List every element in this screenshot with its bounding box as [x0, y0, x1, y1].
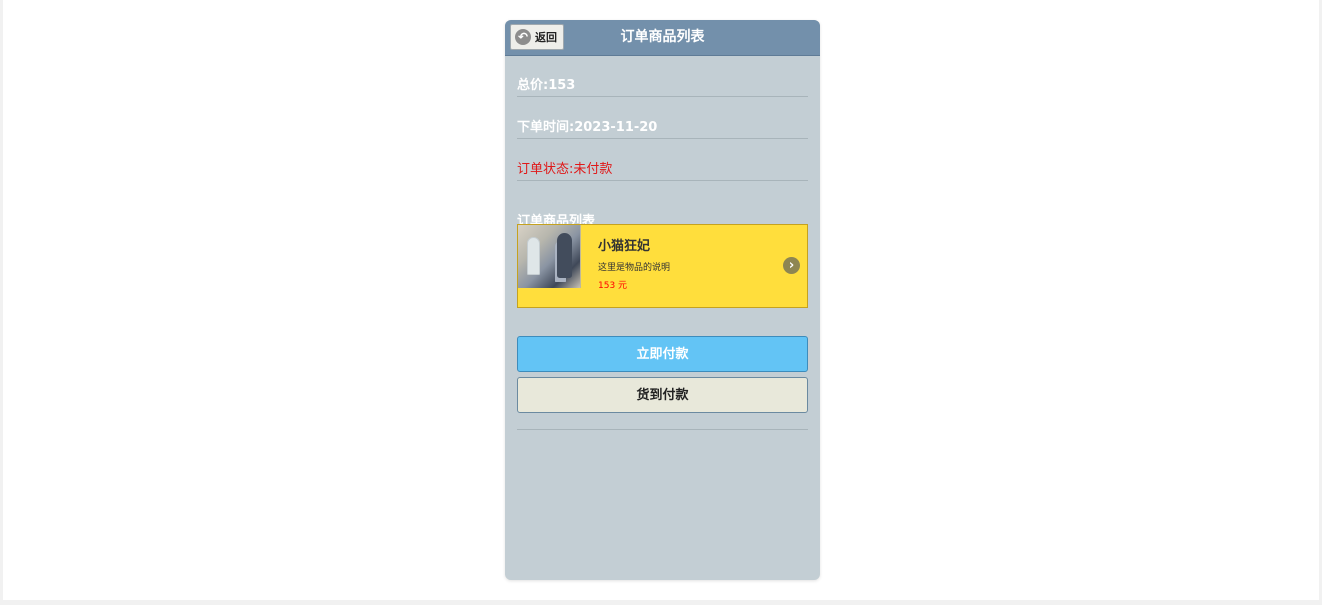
- total-price-label: 总价:153: [517, 78, 576, 93]
- order-info: 总价:153 下单时间:2023-11-20 订单状态:未付款: [517, 55, 808, 181]
- order-time-label: 下单时间:2023-11-20: [517, 120, 658, 135]
- chevron-right-icon: ›: [783, 257, 800, 274]
- page-title: 订单商品列表: [620, 29, 705, 45]
- product-description: 这里是物品的说明: [598, 263, 671, 273]
- product-list-item[interactable]: 小猫狂妃 这里是物品的说明 153 元 ›: [517, 224, 808, 308]
- cash-on-delivery-button[interactable]: 货到付款: [517, 377, 808, 413]
- total-price-row: 总价:153: [517, 55, 808, 97]
- order-status-row: 订单状态:未付款: [517, 139, 808, 181]
- mobile-panel: ↶ 返回 订单商品列表 总价:153 下单时间:2023-11-20 订单状态:…: [505, 20, 820, 580]
- product-price: 153 元: [598, 281, 628, 291]
- order-status-label: 订单状态:未付款: [517, 162, 613, 177]
- product-name: 小猫狂妃: [598, 239, 651, 254]
- product-image: [518, 225, 581, 288]
- bottom-divider: [517, 429, 808, 430]
- order-time-row: 下单时间:2023-11-20: [517, 97, 808, 139]
- top-header: ↶ 返回 订单商品列表: [505, 20, 820, 56]
- pay-now-button[interactable]: 立即付款: [517, 336, 808, 372]
